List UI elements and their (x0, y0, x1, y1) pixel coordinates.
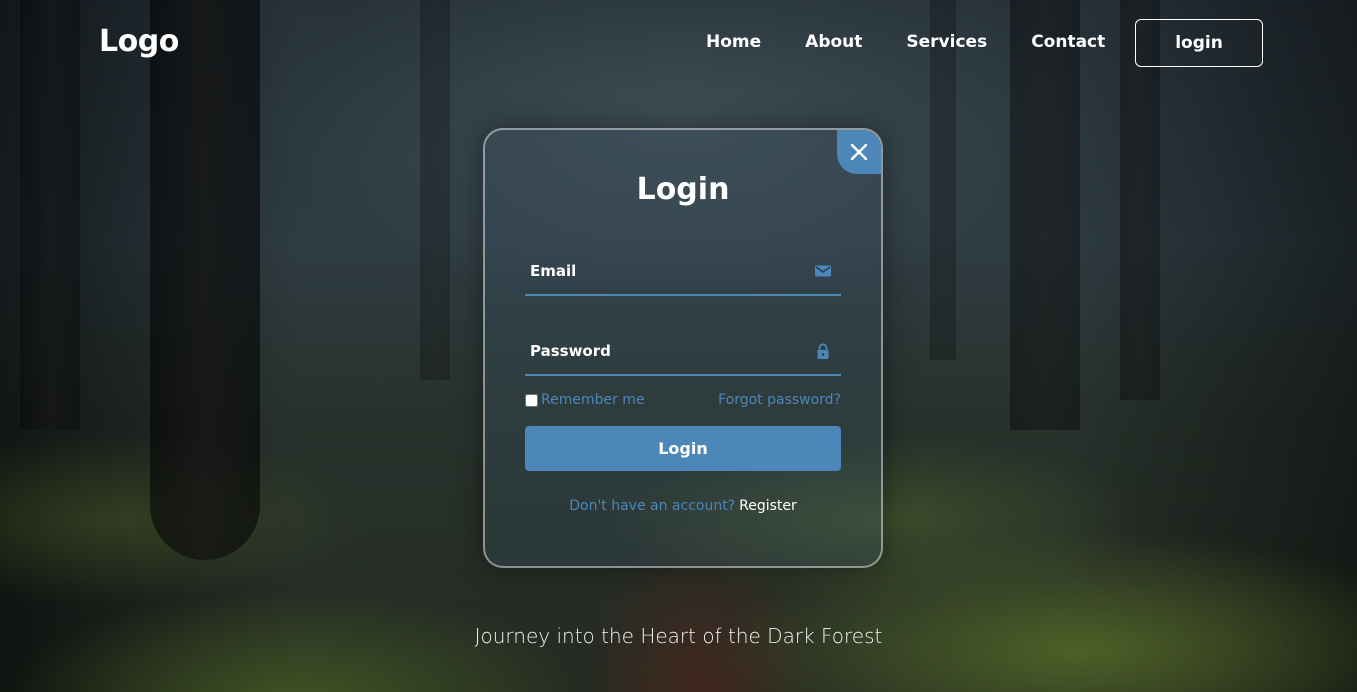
close-button[interactable] (837, 130, 881, 174)
background-tree (930, 0, 956, 360)
hero-tagline: Journey into the Heart of the Dark Fores… (474, 624, 883, 648)
login-options: Remember me Forgot password? (525, 392, 841, 410)
logo[interactable]: Logo (99, 24, 179, 59)
login-modal: Login Remember me Forgot password? Login… (483, 128, 883, 568)
main-nav: Home About Services Contact (706, 32, 1149, 52)
nav-about-link[interactable]: About (805, 32, 862, 52)
register-link[interactable]: Register (739, 498, 797, 514)
email-field-group (525, 248, 841, 296)
background-tree (20, 0, 80, 430)
remember-checkbox[interactable] (525, 393, 538, 407)
nav-services-link[interactable]: Services (906, 32, 987, 52)
register-prompt: Don't have an account? Register (485, 498, 881, 514)
password-field-group (525, 328, 841, 376)
remember-label: Remember me (541, 392, 645, 408)
password-input[interactable] (525, 328, 810, 374)
lock-icon (817, 343, 829, 359)
mail-icon (815, 265, 831, 277)
close-icon (850, 143, 868, 161)
login-submit-button[interactable]: Login (525, 426, 841, 471)
nav-home-link[interactable]: Home (706, 32, 761, 52)
remember-me[interactable]: Remember me (525, 392, 645, 408)
background-tree (150, 0, 260, 560)
email-input[interactable] (525, 248, 810, 294)
no-account-text: Don't have an account? (569, 498, 736, 514)
login-title: Login (636, 172, 730, 207)
background-tree (1010, 0, 1080, 430)
header-login-button[interactable]: login (1135, 19, 1263, 67)
forgot-password-link[interactable]: Forgot password? (718, 392, 841, 408)
nav-contact-link[interactable]: Contact (1031, 32, 1105, 52)
background-tree (420, 0, 450, 380)
